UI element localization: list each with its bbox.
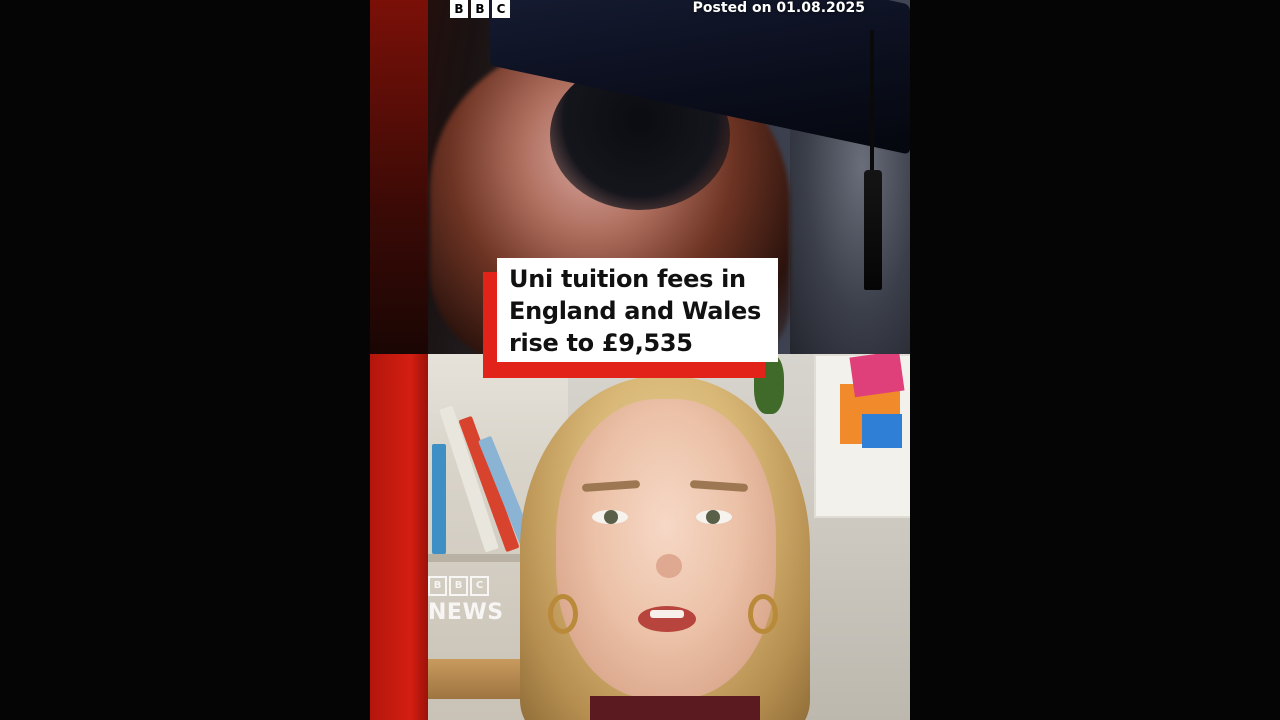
presenter-nose [656, 554, 682, 578]
cardboard-box [428, 659, 528, 699]
presenter-teeth [650, 610, 684, 618]
presenter-top [590, 696, 760, 720]
watermark-letter: B [449, 576, 468, 596]
left-earring [548, 594, 578, 634]
artwork-shape [862, 414, 902, 448]
bbc-logo: B B C [450, 0, 510, 18]
bbc-logo-letter: B [450, 0, 468, 18]
watermark-letter: B [428, 576, 447, 596]
book-spine [432, 444, 446, 554]
red-accent-strip [370, 354, 428, 720]
headline-line: England and Wales [509, 297, 762, 325]
headline-line: rise to £9,535 [509, 329, 693, 357]
presenter-video: B B C NEWS [370, 354, 910, 720]
bbc-logo-letter: B [471, 0, 489, 18]
right-iris [706, 510, 720, 524]
posted-date: Posted on 01.08.2025 [692, 0, 865, 16]
watermark-letter: C [470, 576, 489, 596]
bbc-logo-letter: C [492, 0, 510, 18]
headline-card: Uni tuition fees in England and Wales ri… [497, 258, 778, 362]
left-iris [604, 510, 618, 524]
cap-tassel [864, 170, 882, 290]
player-page: B B C Posted on 01.08.2025 B B C NEWS Un… [0, 0, 1280, 720]
headline-line: Uni tuition fees in [509, 265, 746, 293]
presenter-face [556, 399, 776, 699]
artwork-shape [849, 354, 905, 398]
cap-tassel-cord [870, 30, 874, 180]
red-accent-strip [370, 0, 428, 354]
right-earring [748, 594, 778, 634]
